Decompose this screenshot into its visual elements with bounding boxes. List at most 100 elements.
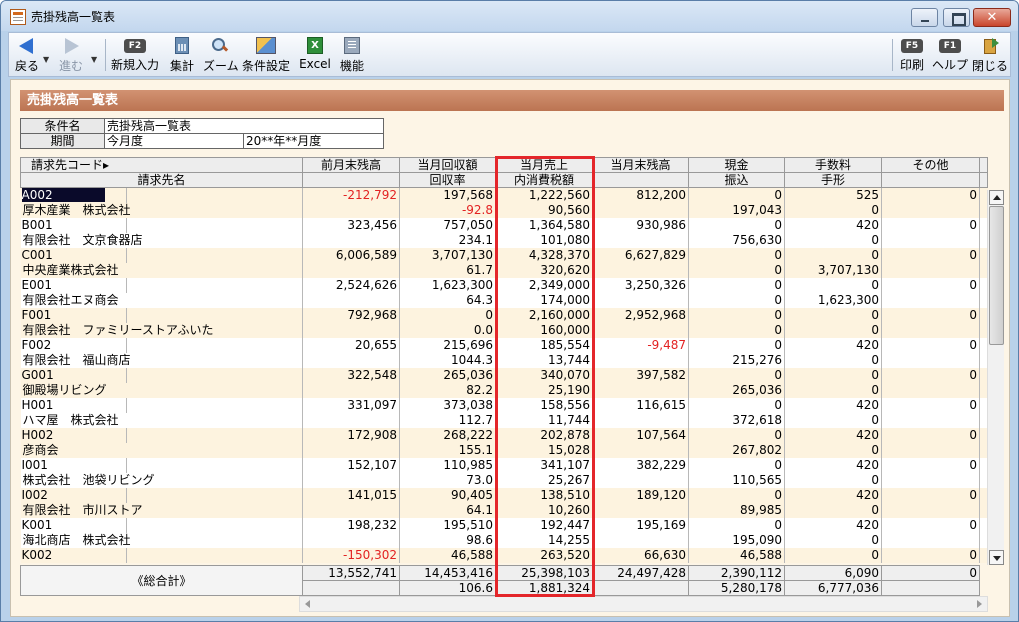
table-row[interactable]: ハマ屋 株式会社 112.7 11,744 372,618 0 [20, 412, 988, 428]
cell-collection: 3,707,130 [399, 247, 496, 263]
cell-customer-code[interactable]: I002 [20, 487, 127, 503]
col-header-cash[interactable]: 現金 [688, 157, 785, 173]
col-header-collection-rate[interactable]: 回収率 [399, 172, 496, 188]
cell-customer-name[interactable]: 御殿場リビング [20, 382, 303, 398]
table-row[interactable]: B001 323,456 757,050 1,364,580 930,986 0 420 0 [20, 217, 988, 233]
col-header-curr-balance[interactable]: 当月末残高 [592, 157, 689, 173]
table-row[interactable]: H001 331,097 373,038 158,556 116,615 0 420 0 [20, 397, 988, 413]
customer-code-text: K002 [21, 548, 53, 562]
maximize-button[interactable] [943, 8, 970, 27]
forward-dropdown-icon[interactable]: ▼ [91, 55, 97, 64]
table-row[interactable]: F002 20,655 215,696 185,554 -9,487 0 420 0 [20, 337, 988, 353]
cell-cash: 0 [688, 457, 785, 473]
scroll-down-icon[interactable] [989, 550, 1004, 565]
table-row[interactable]: 有限会社 ファミリーストアふいた 0.0 160,000 0 0 [20, 322, 988, 338]
new-entry-button[interactable]: F2 新規入力 [109, 35, 161, 75]
cell-customer-code[interactable]: F001 [20, 307, 127, 323]
table-row[interactable]: I001 152,107 110,985 341,107 382,229 0 420 0 [20, 457, 988, 473]
table-row[interactable]: 海北商店 株式会社 98.6 14,255 195,090 0 [20, 532, 988, 548]
cell-transfer: 110,565 [688, 472, 785, 488]
col-header-prev-balance[interactable]: 前月末残高 [302, 157, 400, 173]
horizontal-scrollbar[interactable] [299, 596, 988, 612]
print-button[interactable]: F5 印刷 [897, 35, 927, 75]
cell-customer-code[interactable]: C001 [20, 247, 127, 263]
col-header-sales[interactable]: 当月売上 [495, 157, 593, 173]
table-row[interactable]: H002 172,908 268,222 202,878 107,564 0 420 0 [20, 427, 988, 443]
scroll-up-icon[interactable] [989, 190, 1004, 205]
table-row[interactable]: 有限会社 福山商店 1044.3 13,744 215,276 0 [20, 352, 988, 368]
cell-customer-name[interactable]: 有限会社 ファミリーストアふいた [20, 322, 303, 338]
cell-customer-name[interactable]: ハマ屋 株式会社 [20, 412, 303, 428]
cell-customer-name[interactable]: 有限会社エヌ商会 [20, 292, 303, 308]
col-header-fee[interactable]: 手数料 [784, 157, 882, 173]
conditions-button[interactable]: 条件設定 [241, 35, 291, 75]
total-collection: 14,453,416 [399, 565, 496, 581]
forward-button[interactable]: 進む [55, 35, 87, 75]
forward-arrow-icon [61, 37, 81, 54]
cell-customer-name[interactable]: 有限会社 市川ストア [20, 502, 303, 518]
cell-customer-code[interactable]: I001 [20, 457, 127, 473]
cell-customer-name[interactable]: 厚木産業 株式会社 [20, 202, 303, 218]
table-row[interactable]: 有限会社 文京食器店 234.1 101,080 756,630 0 [20, 232, 988, 248]
cell-customer-code[interactable]: F002 [20, 337, 127, 353]
scroll-thumb[interactable] [989, 206, 1004, 345]
table-row[interactable]: 有限会社 市川ストア 64.1 10,260 89,985 0 [20, 502, 988, 518]
cell-curr-balance: 3,250,326 [592, 277, 689, 293]
cell-customer-code[interactable]: K002 [20, 547, 127, 563]
col-header-tax[interactable]: 内消費税額 [495, 172, 593, 188]
table-row[interactable]: 厚木産業 株式会社 -92.8 90,560 197,043 0 [20, 202, 988, 218]
table-row[interactable]: 中央産業株式会社 61.7 320,620 0 3,707,130 [20, 262, 988, 278]
table-row[interactable]: G001 322,548 265,036 340,070 397,582 0 0 0 [20, 367, 988, 383]
table-row[interactable]: 彦商会 155.1 15,028 267,802 0 [20, 442, 988, 458]
table-row[interactable]: C001 6,006,589 3,707,130 4,328,370 6,627,829… [20, 247, 988, 263]
cell-customer-name[interactable]: 海北商店 株式会社 [20, 532, 303, 548]
cell-cash: 46,588 [688, 547, 785, 563]
functions-button[interactable]: 機能 [337, 35, 367, 75]
cell-customer-code[interactable]: G001 [20, 367, 127, 383]
customer-code-text: E001 [21, 278, 53, 292]
table-row[interactable]: K001 198,232 195,510 192,447 195,169 0 420 0 [20, 517, 988, 533]
cell-blank [592, 472, 689, 488]
condition-name-label: 条件名 [20, 118, 105, 134]
back-button[interactable]: 戻る [11, 35, 43, 75]
cell-customer-code[interactable]: H002 [20, 427, 127, 443]
section-title: 売掛残高一覧表 [20, 90, 1004, 111]
col-header-bill[interactable]: 手形 [784, 172, 882, 188]
table-row[interactable]: I002 141,015 90,405 138,510 189,120 0 420 0 [20, 487, 988, 503]
scroll-left-icon[interactable] [300, 597, 315, 611]
cell-customer-code[interactable]: B001 [20, 217, 127, 233]
table-row[interactable]: A002 -212,792 197,568 1,222,560 812,200 0 525 0 [20, 187, 988, 203]
cell-customer-code[interactable]: E001 [20, 277, 127, 293]
cell-customer-name[interactable]: 有限会社 文京食器店 [20, 232, 303, 248]
cell-customer-name[interactable]: 有限会社 福山商店 [20, 352, 303, 368]
cell-customer-code[interactable]: K001 [20, 517, 127, 533]
cell-customer-name[interactable]: 中央産業株式会社 [20, 262, 303, 278]
table-row[interactable]: 株式会社 池袋リビング 73.0 25,267 110,565 0 [20, 472, 988, 488]
zoom-button[interactable]: ズーム [203, 35, 239, 75]
cell-customer-code[interactable]: A002 [20, 187, 127, 203]
table-row[interactable]: F001 792,968 0 2,160,000 2,952,968 0 0 0 [20, 307, 988, 323]
cell-tax: 25,267 [495, 472, 593, 488]
close-window-button[interactable]: ✕ [973, 8, 1011, 27]
vertical-scrollbar[interactable] [987, 190, 1004, 565]
cell-customer-name[interactable]: 株式会社 池袋リビング [20, 472, 303, 488]
help-button[interactable]: F1 ヘルプ [932, 35, 968, 75]
col-header-collection[interactable]: 当月回収額 [399, 157, 496, 173]
cell-customer-code[interactable]: H001 [20, 397, 127, 413]
table-row[interactable]: 御殿場リビング 82.2 25,190 265,036 0 [20, 382, 988, 398]
col-header-transfer[interactable]: 振込 [688, 172, 785, 188]
summary-button[interactable]: 集計 [167, 35, 197, 75]
col-header-customer-code[interactable]: 請求先コード▸ [20, 157, 303, 173]
back-dropdown-icon[interactable]: ▼ [43, 55, 49, 64]
col-header-customer-name[interactable]: 請求先名 [20, 172, 303, 188]
exit-button[interactable]: 閉じる [971, 35, 1009, 75]
col-header-other[interactable]: その他 [881, 157, 980, 173]
table-row[interactable]: E001 2,524,626 1,623,300 2,349,000 3,250,326… [20, 277, 988, 293]
table-row[interactable]: K002 -150,302 46,588 263,520 66,630 46,588 0 0 [20, 547, 988, 563]
scroll-right-icon[interactable] [972, 597, 987, 611]
cell-customer-name[interactable]: 彦商会 [20, 442, 303, 458]
table-row[interactable]: 有限会社エヌ商会 64.3 174,000 0 1,623,300 [20, 292, 988, 308]
minimize-button[interactable] [911, 8, 938, 27]
excel-button[interactable]: X Excel [297, 35, 333, 75]
total-blank [592, 580, 689, 596]
